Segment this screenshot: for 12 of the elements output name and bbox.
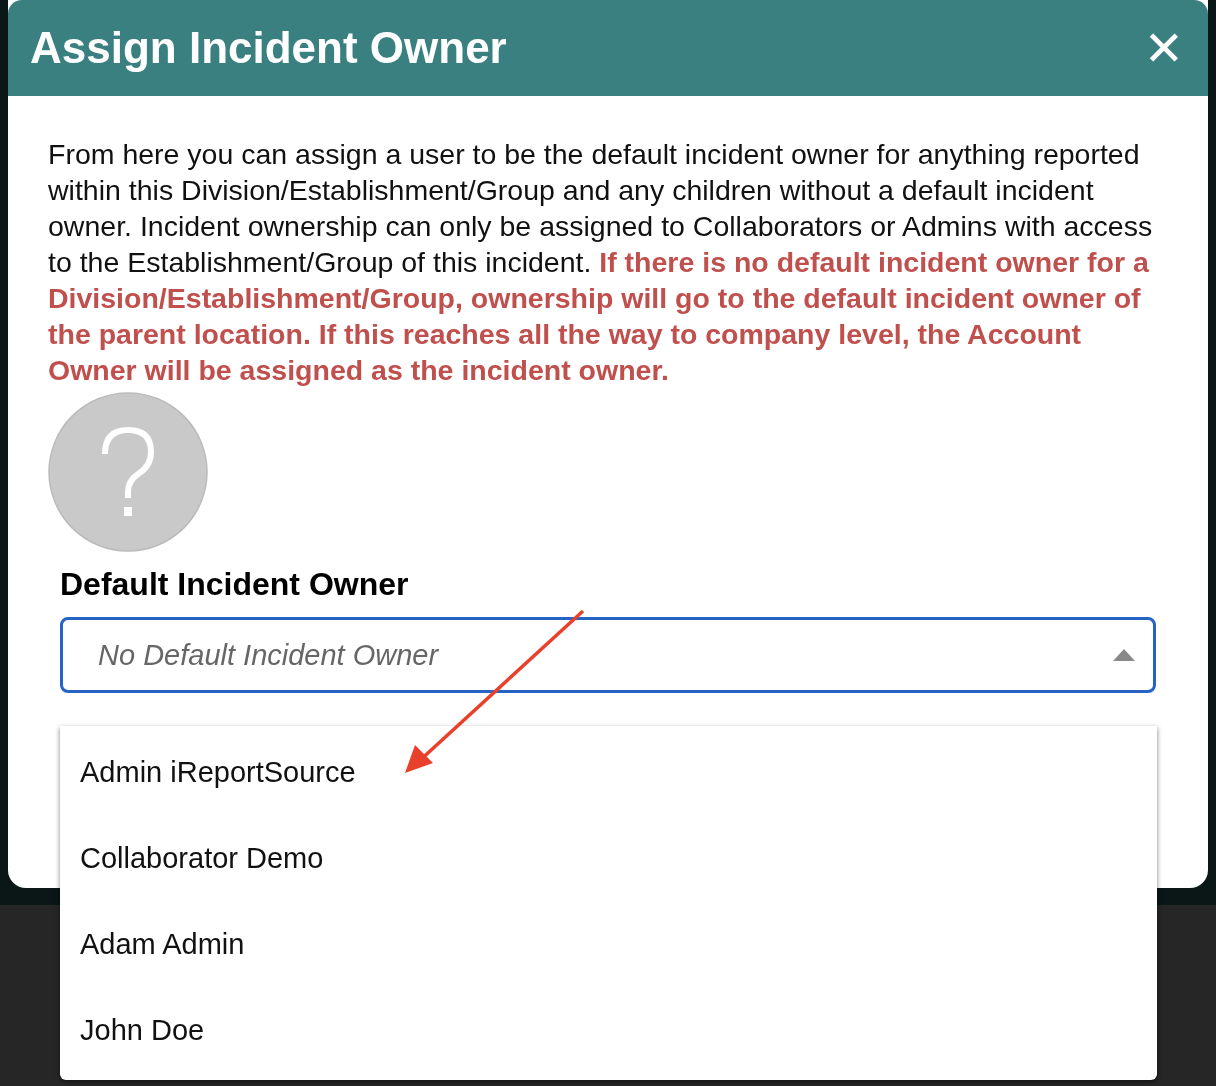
dropdown-option[interactable]: Collaborator Demo — [60, 815, 1157, 901]
close-button[interactable]: ✕ — [1143, 24, 1184, 72]
dropdown-option[interactable]: Admin iReportSource — [60, 729, 1157, 815]
dropdown-option[interactable]: John Doe — [60, 987, 1157, 1073]
caret-icon — [1113, 649, 1135, 661]
owner-select[interactable]: No Default Incident Owner — [60, 617, 1156, 693]
dropdown-option[interactable]: Adam Admin — [60, 901, 1157, 987]
field-label: Default Incident Owner — [60, 566, 410, 603]
description-text: From here you can assign a user to be the default incident owner for anything reported within this Division/Establishment/Group and any children without a default incident owner. Incident ownership can only be assigned to Collaborators or Admins with access to the Establishment/Group of this incident. If there is no default incident owner for a Division/Establishment/Group, ownership will go to the default incident owner of the parent location. If this reaches all the way to company level, the Account Owner will be assigned as the incident owner. — [48, 137, 1154, 388]
avatar-placeholder-icon — [48, 392, 208, 552]
dialog-title: Assign Incident Owner — [30, 23, 507, 73]
select-placeholder: No Default Incident Owner — [98, 638, 439, 672]
